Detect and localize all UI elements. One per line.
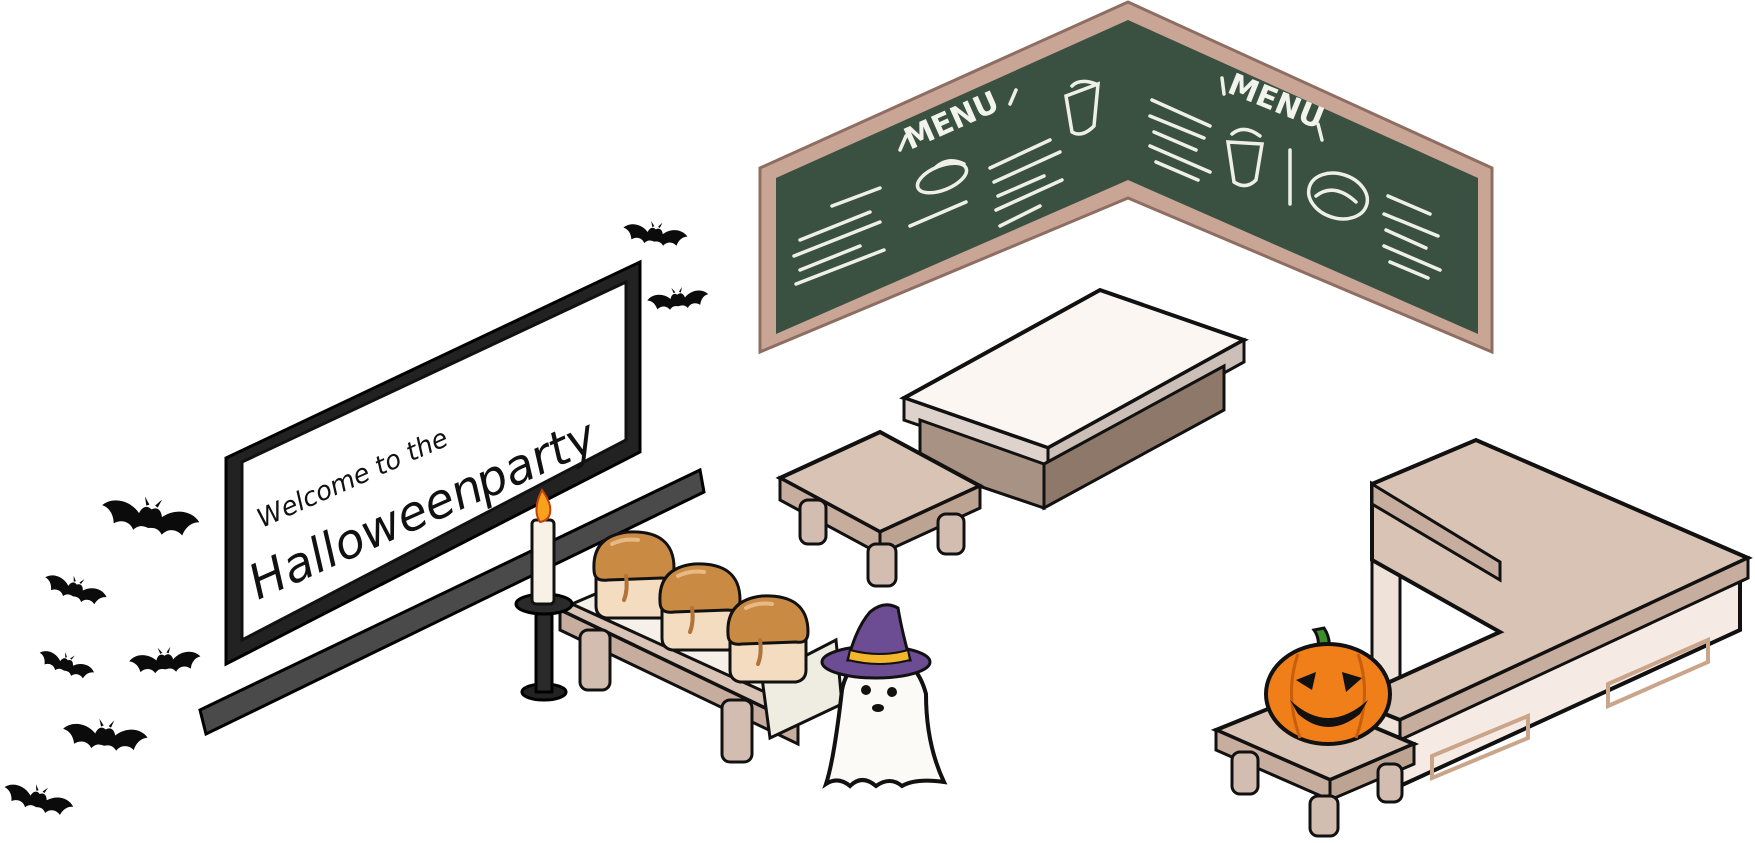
bat-icon bbox=[35, 643, 98, 683]
witch-hat-icon bbox=[820, 603, 932, 680]
bread-table[interactable] bbox=[555, 529, 845, 764]
bat-icon bbox=[646, 284, 710, 313]
candle-holder[interactable] bbox=[514, 488, 574, 702]
ghost-with-witch-hat[interactable] bbox=[820, 603, 948, 789]
isometric-room-scene: MENU MENU Welcome to the Halloween party bbox=[0, 0, 1753, 838]
bat-icon bbox=[0, 776, 77, 820]
bat-icon bbox=[98, 489, 203, 541]
bat-icon bbox=[621, 217, 689, 249]
bat-icon bbox=[128, 644, 202, 675]
bat-icon bbox=[41, 567, 110, 610]
l-shaped-counter[interactable] bbox=[1344, 437, 1753, 790]
bat-icon bbox=[61, 715, 150, 754]
bread-loaf[interactable] bbox=[725, 593, 810, 684]
